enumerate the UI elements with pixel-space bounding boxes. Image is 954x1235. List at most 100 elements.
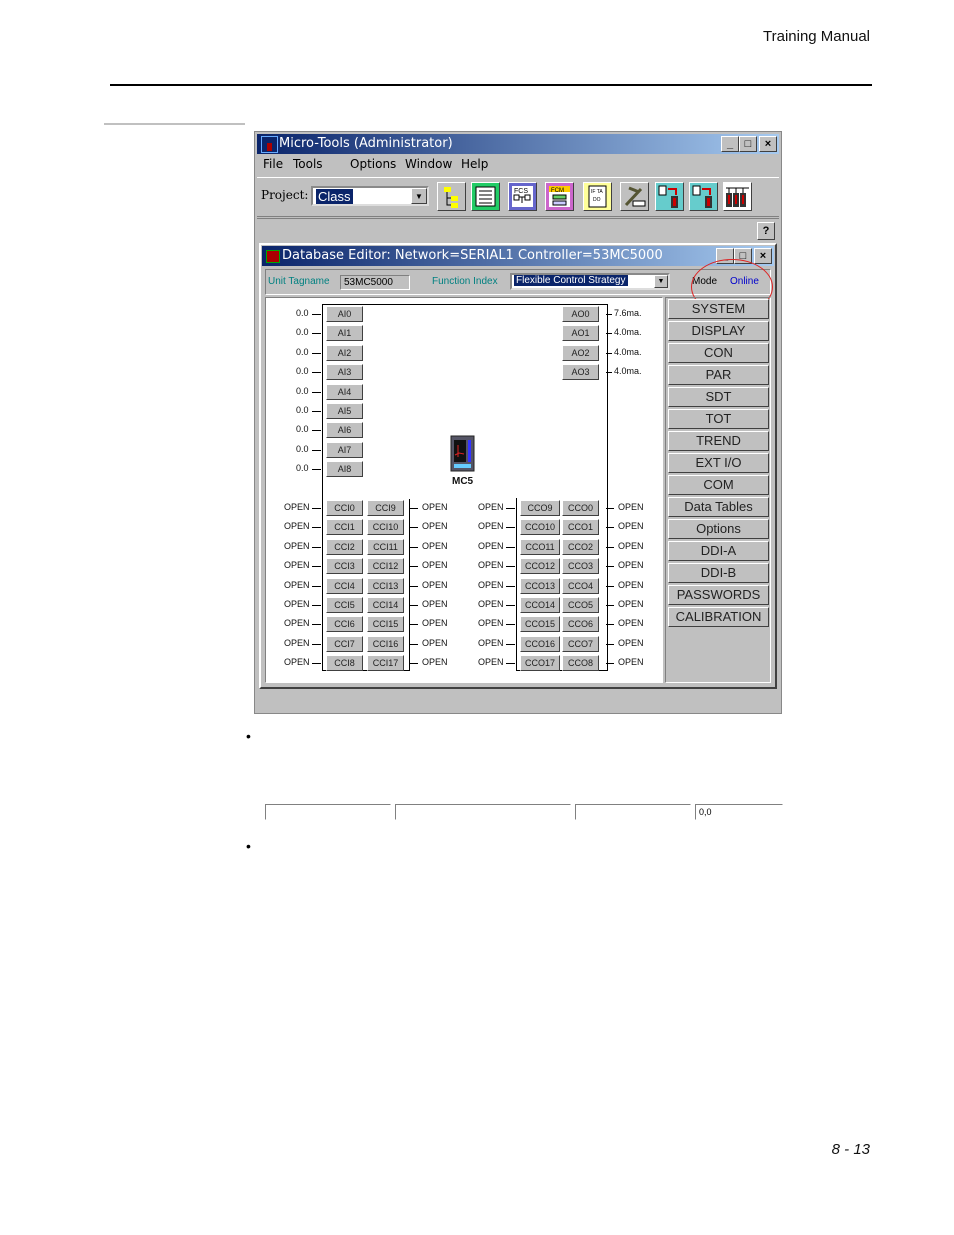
cci-button[interactable]: CCI5 <box>326 597 363 613</box>
cco-button[interactable]: CCO6 <box>562 616 599 633</box>
ai-button-4[interactable]: AI4 <box>326 383 363 400</box>
status-panel-1 <box>265 804 391 820</box>
project-tree-icon[interactable] <box>437 182 466 211</box>
cci-button[interactable]: CCI4 <box>326 577 363 594</box>
menu-window[interactable]: Window <box>405 157 452 171</box>
ai-button-0[interactable]: AI0 <box>326 306 363 322</box>
side-button-ddi-b[interactable]: DDI-B <box>668 563 769 583</box>
help-button[interactable]: ? <box>757 222 775 240</box>
ao-button-0[interactable]: AO0 <box>562 306 599 322</box>
side-button-con[interactable]: CON <box>668 343 769 363</box>
controllers-icon[interactable] <box>723 182 752 211</box>
close-button[interactable]: × <box>759 136 777 152</box>
cco-button[interactable]: CCO0 <box>562 500 599 516</box>
ao-button-1[interactable]: AO1 <box>562 325 599 342</box>
upload-icon[interactable] <box>689 182 718 211</box>
database-editor-icon[interactable] <box>471 182 500 211</box>
cci-button[interactable]: CCI3 <box>326 558 363 575</box>
editor-title-bar[interactable]: Database Editor: Network=SERIAL1 Control… <box>262 246 774 266</box>
cco-button[interactable]: CCO3 <box>562 558 599 575</box>
cco-button[interactable]: CCO5 <box>562 597 599 613</box>
mc5-controller-icon[interactable] <box>450 435 476 473</box>
ai-button-8[interactable]: AI8 <box>326 461 363 478</box>
cco-wire <box>506 546 515 548</box>
side-button-system[interactable]: SYSTEM <box>668 299 769 319</box>
side-button-options[interactable]: Options <box>668 519 769 539</box>
cci-button[interactable]: CCI0 <box>326 500 363 516</box>
cci-button[interactable]: CCI13 <box>367 577 404 594</box>
side-button-par[interactable]: PAR <box>668 365 769 385</box>
cco-button[interactable]: CCO7 <box>562 635 599 652</box>
cco-button[interactable]: CCO10 <box>520 519 560 536</box>
cci-wire <box>312 663 321 665</box>
ai-button-1[interactable]: AI1 <box>326 325 363 342</box>
fcm-icon[interactable]: FCM <box>545 182 574 211</box>
minimize-button[interactable]: _ <box>721 136 739 152</box>
menu-tools[interactable]: Tools <box>293 157 323 171</box>
cci-button[interactable]: CCI1 <box>326 519 363 536</box>
cci-button[interactable]: CCI2 <box>326 538 363 555</box>
cci-right-state: OPEN <box>422 540 448 551</box>
cco-button[interactable]: CCO17 <box>520 655 560 672</box>
tools-hammer-icon[interactable] <box>620 182 649 211</box>
cco-button[interactable]: CCO2 <box>562 538 599 555</box>
cco-button[interactable]: CCO12 <box>520 558 560 575</box>
cci-button[interactable]: CCI14 <box>367 597 404 613</box>
ai-button-6[interactable]: AI6 <box>326 422 363 439</box>
app-title-bar[interactable]: Micro-Tools (Administrator) _ □ × <box>257 134 779 154</box>
ao-button-2[interactable]: AO2 <box>562 344 599 361</box>
chevron-down-icon[interactable]: ▼ <box>411 188 427 204</box>
ao-button-3[interactable]: AO3 <box>562 364 599 381</box>
cci-right-state: OPEN <box>422 637 448 648</box>
side-button-sdt[interactable]: SDT <box>668 387 769 407</box>
side-button-passwords[interactable]: PASSWORDS <box>668 585 769 605</box>
cci-button[interactable]: CCI6 <box>326 616 363 633</box>
cci-button[interactable]: CCI15 <box>367 616 404 633</box>
cco-button[interactable]: CCO16 <box>520 635 560 652</box>
fcs-icon[interactable]: FCS <box>508 182 537 211</box>
chevron-down-icon[interactable]: ▼ <box>654 275 668 288</box>
io-diagram: MC5 0.0 AI0 0.0 AI1 0.0 AI2 0.0 AI3 0.0 AI4 0.0 AI5… <box>265 297 663 683</box>
cco-button[interactable]: CCO14 <box>520 597 560 613</box>
cci-button[interactable]: CCI17 <box>367 655 404 672</box>
menu-help[interactable]: Help <box>461 157 488 171</box>
cco-button[interactable]: CCO4 <box>562 577 599 594</box>
ai-button-2[interactable]: AI2 <box>326 344 363 361</box>
cco-button[interactable]: CCO11 <box>520 538 560 555</box>
function-index-select[interactable]: Flexible Control Strategy ▼ <box>510 273 670 290</box>
menu-options[interactable]: Options <box>350 157 396 171</box>
cco-button[interactable]: CCO15 <box>520 616 560 633</box>
cci-button[interactable]: CCI16 <box>367 635 404 652</box>
ai-button-7[interactable]: AI7 <box>326 441 363 458</box>
side-button-ddi-a[interactable]: DDI-A <box>668 541 769 561</box>
maximize-button[interactable]: □ <box>739 136 757 152</box>
cco-wire <box>606 546 614 548</box>
side-button-data-tables[interactable]: Data Tables <box>668 497 769 517</box>
side-button-trend[interactable]: TREND <box>668 431 769 451</box>
menu-file[interactable]: File <box>263 157 283 171</box>
cci-button[interactable]: CCI11 <box>367 538 404 555</box>
cco-button[interactable]: CCO1 <box>562 519 599 536</box>
cci-button[interactable]: CCI10 <box>367 519 404 536</box>
cci-button[interactable]: CCI7 <box>326 635 363 652</box>
ai-button-5[interactable]: AI5 <box>326 403 363 419</box>
cco-button[interactable]: CCO8 <box>562 655 599 672</box>
ifta-icon[interactable]: IF TA DO <box>583 182 612 211</box>
cco-button[interactable]: CCO13 <box>520 577 560 594</box>
cci-button[interactable]: CCI12 <box>367 558 404 575</box>
cci-button[interactable]: CCI9 <box>367 500 404 516</box>
project-select[interactable]: Class ▼ <box>311 186 429 206</box>
unit-tagname-field[interactable]: 53MC5000 <box>340 275 410 290</box>
side-button-ext-i-o[interactable]: EXT I/O <box>668 453 769 473</box>
download-icon[interactable] <box>655 182 684 211</box>
cco-button[interactable]: CCO9 <box>520 500 560 516</box>
ai-value: 0.0 <box>296 443 309 454</box>
side-button-display[interactable]: DISPLAY <box>668 321 769 341</box>
side-button-tot[interactable]: TOT <box>668 409 769 429</box>
side-button-calibration[interactable]: CALIBRATION <box>668 607 769 627</box>
editor-close-button[interactable]: × <box>754 248 772 264</box>
side-button-com[interactable]: COM <box>668 475 769 495</box>
ai-button-3[interactable]: AI3 <box>326 364 363 381</box>
svg-text:DO: DO <box>593 197 601 203</box>
cci-button[interactable]: CCI8 <box>326 655 363 672</box>
